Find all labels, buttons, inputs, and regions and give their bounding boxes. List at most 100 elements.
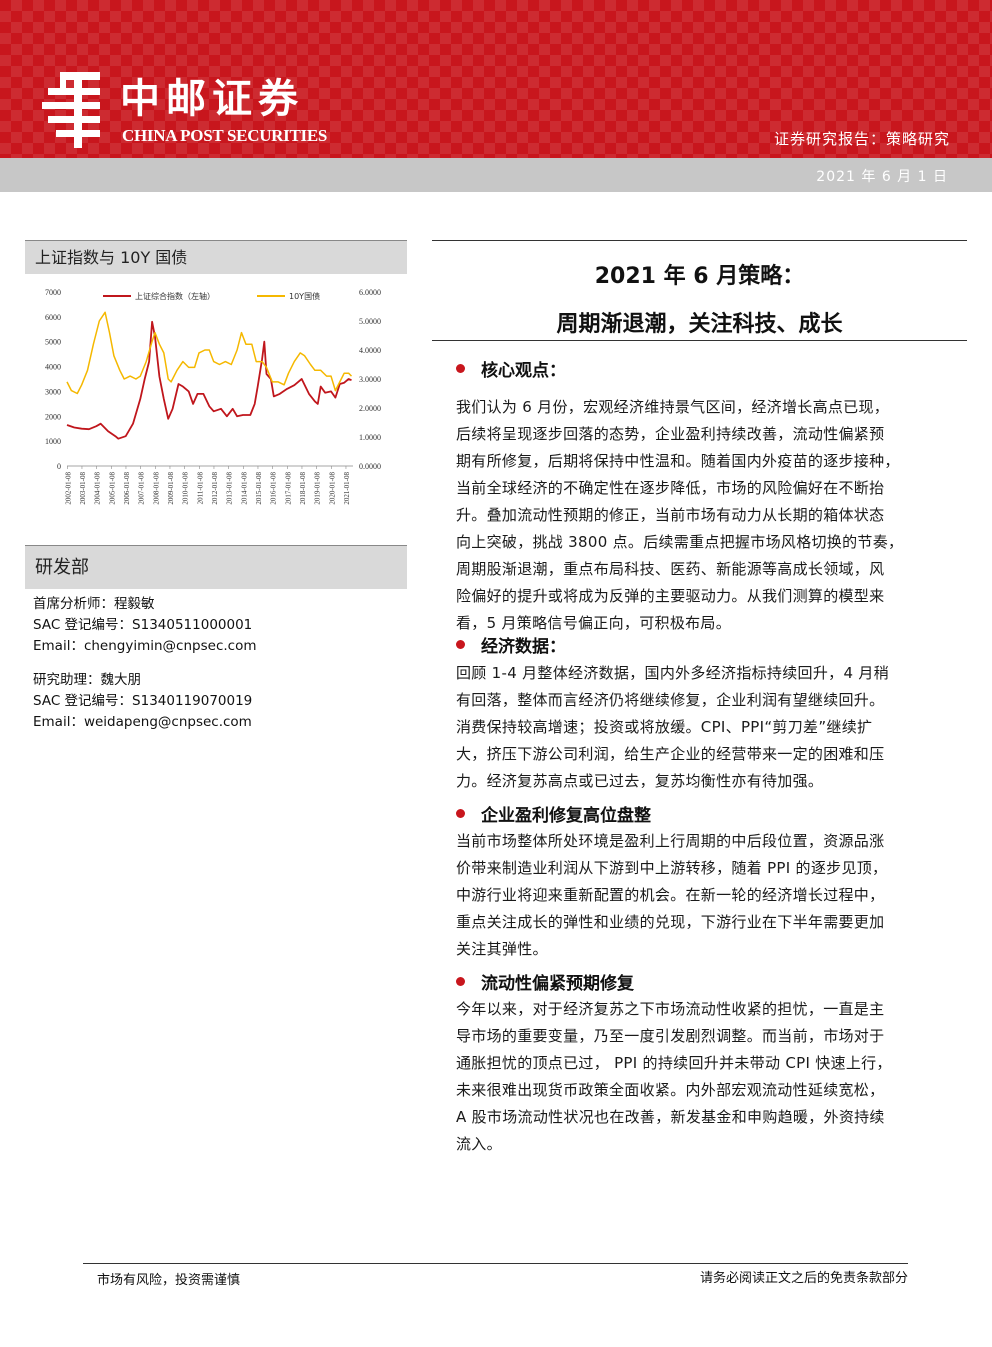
y-right-tick-label: 0.0000 [359, 462, 381, 471]
paragraph-line: A 股市场流动性状况也在改善，新发基金和申购趋暖，外资持续 [456, 1108, 885, 1126]
x-tick-label: 2008-01-08 [152, 472, 160, 505]
x-tick-label: 2009-01-08 [167, 472, 175, 505]
section-paragraph-core-views: 我们认为 6 月份，宏观经济维持景气区间，经济增长高点已现， 后续将呈现逐步回落… [456, 394, 952, 637]
paragraph-line: 价带来制造业利润从下游到中上游转移，随着 PPI 的逐步见顶， [456, 859, 888, 877]
x-tick-label: 2015-01-08 [255, 472, 263, 505]
x-tick-label: 2017-01-08 [284, 472, 292, 505]
paragraph-line: 今年以来，对于经济复苏之下市场流动性收紧的担忧，一直是主 [456, 1000, 885, 1018]
analyst-role: 研究助理：魏大朋 [33, 672, 141, 688]
report-title-line2: 周期渐退潮，关注科技、成长 [556, 312, 843, 337]
paragraph-line: 重点关注成长的弹性和业绩的兑现，下游行业在下半年需要更加 [456, 913, 885, 931]
paragraph-line: 流入。 [456, 1135, 502, 1153]
x-tick-label: 2018-01-08 [299, 472, 307, 505]
y-right-tick-label: 2.0000 [359, 404, 381, 413]
paragraph-line: 我们认为 6 月份，宏观经济维持景气区间，经济增长高点已现， [456, 398, 890, 416]
footer-rule [83, 1263, 908, 1264]
index-bond-chart: 7000 6000 5000 4000 3000 2000 1000 0 6.0000 5.000… [45, 288, 381, 505]
y-left-tick-label: 7000 [45, 288, 61, 297]
analyst-role: 首席分析师：程毅敏 [33, 596, 155, 612]
paragraph-line: 险偏好的提升或将成为反弹的主要驱动力。从我们测算的模型来 [456, 587, 885, 605]
disclaimer-note: 请务必阅读正文之后的免责条款部分 [699, 1271, 908, 1286]
y-right-tick-label: 1.0000 [359, 433, 381, 442]
section-heading-core-views: 核心观点： [456, 356, 566, 381]
x-tick-label: 2010-01-08 [182, 472, 190, 505]
x-tick-label: 2020-01-08 [328, 472, 336, 505]
y-left-tick-label: 2000 [45, 412, 61, 421]
title-rule-bottom [432, 340, 967, 341]
legend-label: 上证综合指数（左轴） [135, 291, 215, 301]
date-bar: 2021 年 6 月 1 日 [0, 158, 992, 192]
paragraph-line: 导市场的重要变量，乃至一度引发剧烈调整。而当前，市场对于 [456, 1027, 885, 1045]
section-heading-text: 核心观点： [481, 361, 566, 381]
paragraph-line: 后续将呈现逐步回落的态势，企业盈利持续改善，流动性偏紧预 [456, 425, 885, 443]
y-left-tick-label: 0 [57, 462, 61, 471]
shanghai-index-line [66, 320, 352, 440]
analyst-sac: SAC 登记编号：S1340119070019 [33, 693, 253, 709]
report-title-line1: 2021 年 6 月策略： [594, 264, 805, 289]
section-heading-text: 企业盈利修复高位盘整 [481, 806, 651, 826]
paragraph-line: 大，挤压下游公司利润，给生产企业的经营带来一定的困难和压 [456, 745, 885, 763]
x-tick-label: 2005-01-08 [108, 472, 116, 505]
risk-warning: 市场有风险，投资需谨慎 [97, 1273, 241, 1288]
paragraph-line: 当前市场整体所处环境是盈利上行周期的中后段位置，资源品涨 [456, 832, 885, 850]
report-type: 证券研究报告：策略研究 [773, 130, 950, 148]
y-left-tick-label: 5000 [45, 338, 61, 347]
legend-label: 10Y国债 [289, 291, 320, 301]
paragraph-line: 中游行业将迎来重新配置的机会。在新一轮的经济增长过程中， [456, 886, 885, 904]
y-left-tick-label: 3000 [45, 387, 61, 396]
section-heading-text: 流动性偏紧预期修复 [481, 974, 634, 994]
paragraph-line: 通胀担忧的顶点已过， PPI 的持续回升并未带动 CPI 快速上行， [456, 1054, 892, 1072]
y-right-tick-label: 6.0000 [359, 288, 381, 297]
x-tick-label: 2004-01-08 [94, 472, 102, 505]
y-right-tick-label: 3.0000 [359, 375, 381, 384]
department-title: 研发部 [25, 545, 407, 589]
y-right-tick-label: 4.0000 [359, 346, 381, 355]
analyst-block-2: 研究助理：魏大朋 SAC 登记编号：S1340119070019 Email：w… [33, 670, 393, 733]
section-paragraph-corporate-profit: 当前市场整体所处环境是盈利上行周期的中后段位置，资源品涨 价带来制造业利润从下游… [456, 828, 952, 963]
x-tick-label: 2013-01-08 [226, 472, 234, 505]
analyst-sac: SAC 登记编号：S1340511000001 [33, 617, 253, 633]
y-left-tick-label: 4000 [45, 363, 61, 372]
x-tick-label: 2006-01-08 [123, 472, 131, 505]
bond-10y-line [66, 311, 353, 395]
china-post-logo-icon [42, 72, 100, 148]
x-tick-label: 2021-01-08 [343, 472, 351, 505]
x-tick-label: 2019-01-08 [314, 472, 322, 505]
x-tick-label: 2016-01-08 [270, 472, 278, 505]
x-tick-label: 2003-01-08 [79, 472, 87, 505]
analyst-email: Email：chengyimin@cnpsec.com [33, 638, 257, 654]
x-tick-label: 2011-01-08 [196, 472, 204, 505]
header-banner: 中邮证券 CHINA POST SECURITIES 证券研究报告：策略研究 [0, 0, 992, 158]
section-heading-liquidity: 流动性偏紧预期修复 [456, 969, 634, 994]
paragraph-line: 周期股渐退潮，重点布局科技、医药、新能源等高成长领域，风 [456, 560, 885, 578]
paragraph-line: 升。叠加流动性预期的修正，当前市场有动力从长期的箱体状态 [456, 506, 885, 524]
bullet-icon [456, 364, 465, 373]
section-paragraph-liquidity: 今年以来，对于经济复苏之下市场流动性收紧的担忧，一直是主 导市场的重要变量，乃至… [456, 996, 952, 1158]
bullet-icon [456, 977, 465, 986]
x-tick-label: 2007-01-08 [138, 472, 146, 505]
paragraph-line: 关注其弹性。 [456, 940, 548, 958]
y-left-tick-label: 1000 [45, 437, 61, 446]
x-tick-label: 2002-01-08 [64, 472, 72, 505]
section-heading-economic-data: 经济数据： [456, 632, 566, 657]
paragraph-line: 力。经济复苏高点或已过去，复苏均衡性亦有待加强。 [456, 772, 824, 790]
analyst-email: Email：weidapeng@cnpsec.com [33, 714, 252, 730]
bullet-icon [456, 640, 465, 649]
chart-box-title: 上证指数与 10Y 国债 [25, 240, 407, 274]
x-tick-label: 2012-01-08 [211, 472, 219, 505]
paragraph-line: 未来很难出现货币政策全面收紧。内外部宏观流动性延续宽松， [456, 1081, 885, 1099]
paragraph-line: 回顾 1-4 月整体经济数据，国内外多经济指标持续回升，4 月稍 [456, 664, 889, 682]
paragraph-line: 当前全球经济的不确定性在逐步降低，市场的风险偏好在不断抬 [456, 479, 885, 497]
section-heading-text: 经济数据： [481, 637, 566, 657]
title-rule-top [432, 240, 967, 241]
analyst-block-1: 首席分析师：程毅敏 SAC 登记编号：S1340511000001 Email：… [33, 594, 393, 657]
y-right-tick-label: 5.0000 [359, 317, 381, 326]
brand-name-cn: 中邮证券 [120, 75, 304, 122]
paragraph-line: 有回落，整体而言经济仍将继续修复，企业利润有望继续回升。 [456, 691, 885, 709]
section-paragraph-economic-data: 回顾 1-4 月整体经济数据，国内外多经济指标持续回升，4 月稍 有回落，整体而… [456, 660, 952, 795]
section-heading-corporate-profit: 企业盈利修复高位盘整 [456, 801, 651, 826]
paragraph-line: 期有所修复，后期将保持中性温和。随着国内外疫苗的逐步接种， [456, 452, 900, 470]
bullet-icon [456, 809, 465, 818]
brand-name-en: CHINA POST SECURITIES [122, 126, 328, 145]
paragraph-line: 消费保持较高增速；投资或将放缓。CPI、PPI“剪刀差”继续扩 [456, 718, 873, 736]
